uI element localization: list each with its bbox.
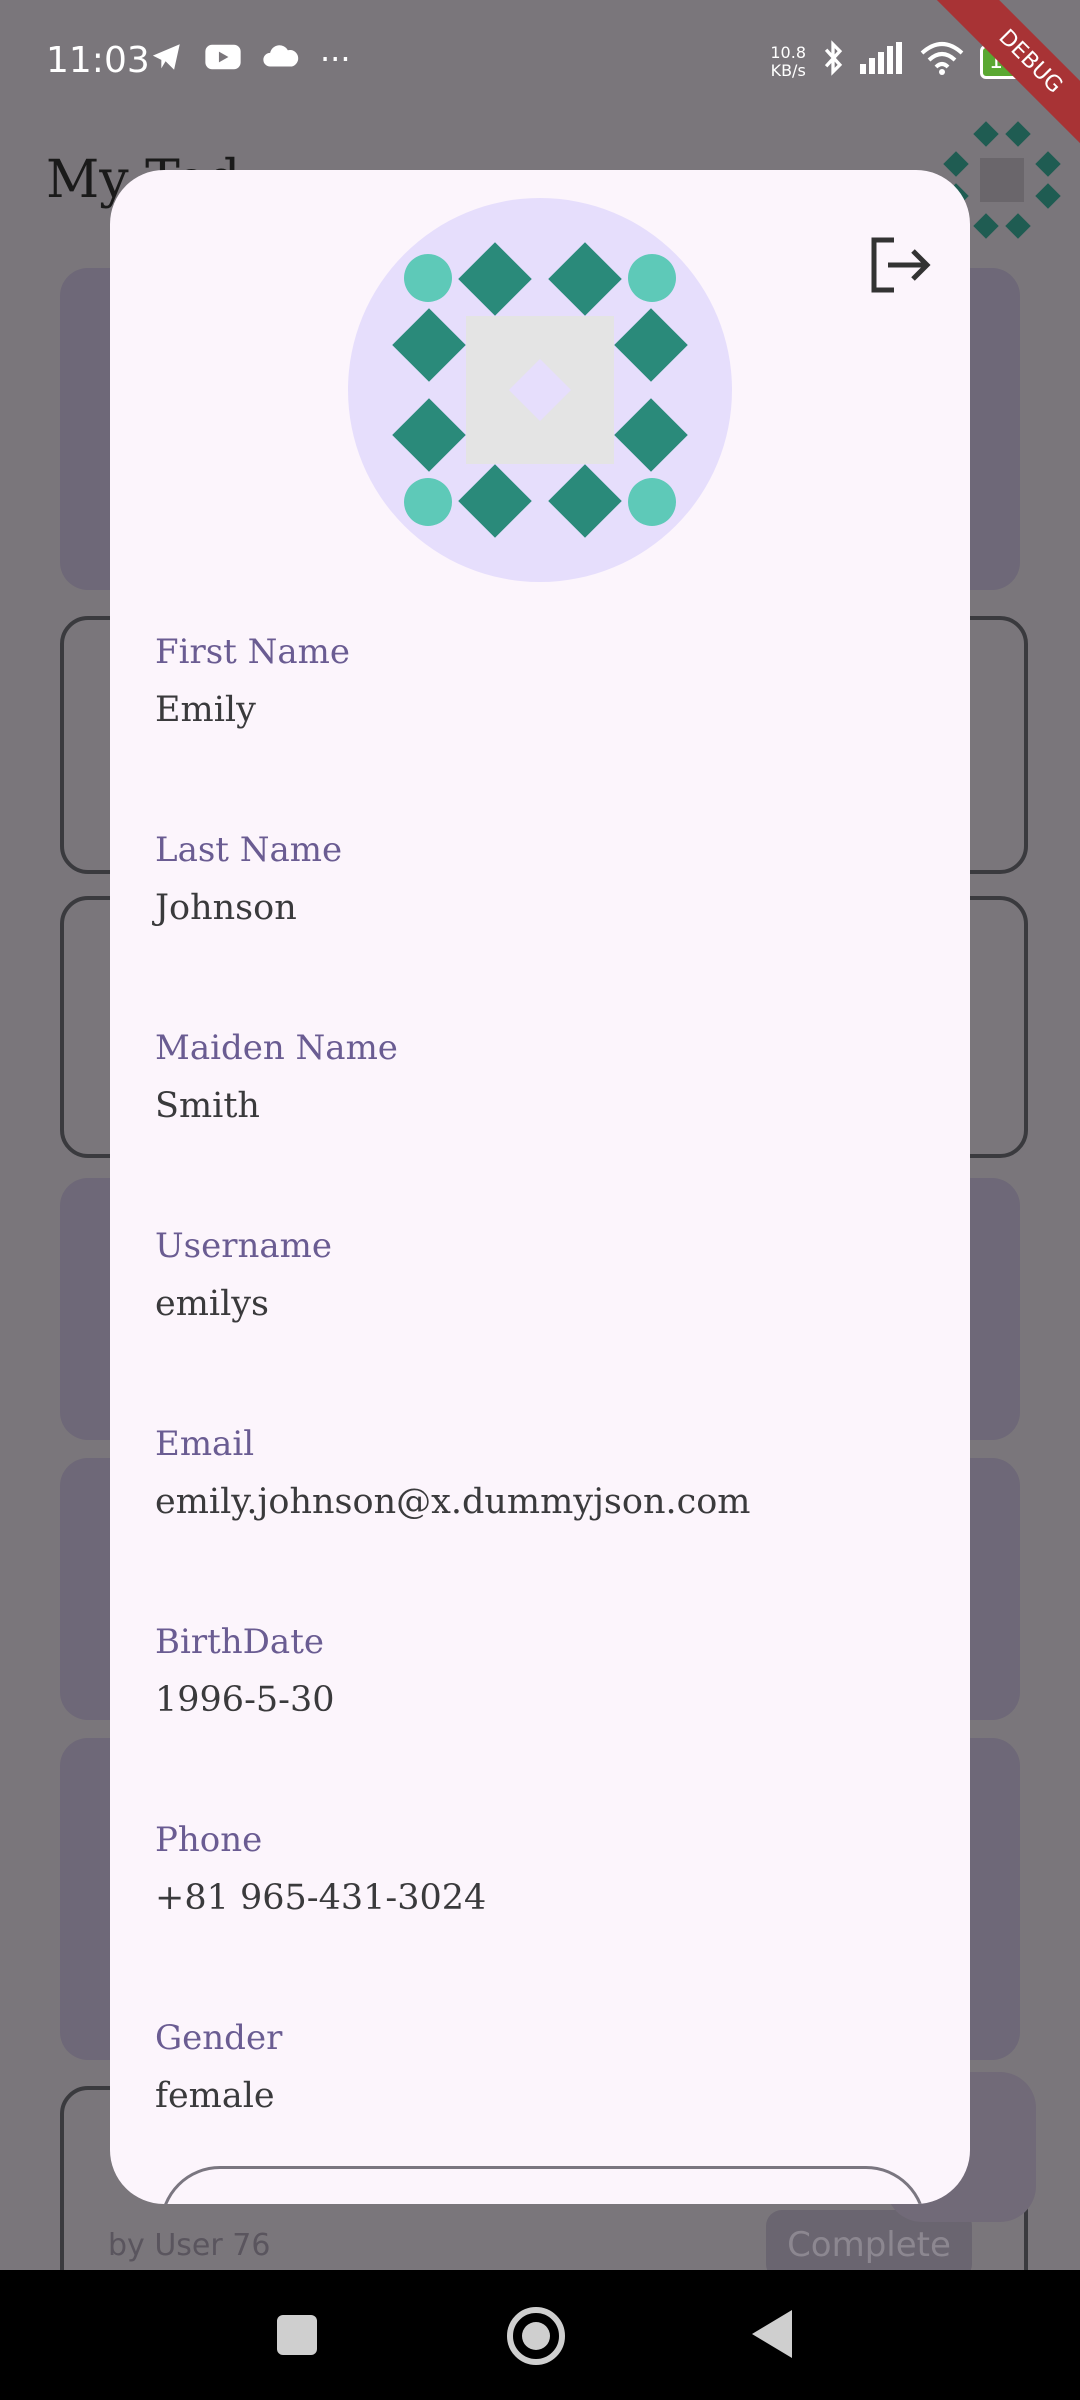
avatar [348,198,732,582]
email-field: Email emily.johnson@x.dummyjson.com [155,1424,751,1522]
field-label: Email [155,1424,255,1464]
home-button[interactable] [507,2307,565,2365]
navigation-bar [0,2270,1080,2400]
status-bar: 11:03 ··· 10.8 KB/s 100 DEBUG [0,0,1080,170]
dialog-action-button[interactable] [160,2166,926,2204]
field-label: Last Name [155,830,343,870]
field-label: Maiden Name [155,1028,398,1068]
recents-button[interactable] [277,2315,317,2355]
field-label: Phone [155,1820,263,1860]
field-value: Johnson [155,888,297,928]
field-value: +81 965-431-3024 [155,1878,487,1918]
todo-byline: by User 76 [108,2228,271,2263]
maiden-name-field: Maiden Name Smith [155,1028,398,1126]
back-button[interactable] [752,2310,792,2358]
bluetooth-icon [822,40,844,83]
birthdate-field: BirthDate 1996-5-30 [155,1622,335,1720]
field-value: Smith [155,1086,260,1126]
last-name-field: Last Name Johnson [155,830,342,928]
first-name-field: First Name Emily [155,632,350,730]
field-value: Emily [155,690,256,730]
profile-dialog: First Name Emily Last Name Johnson Maide… [110,170,970,2204]
field-label: First Name [155,632,351,672]
wifi-icon [920,41,964,82]
field-label: Username [155,1226,333,1266]
field-value: emily.johnson@x.dummyjson.com [155,1482,751,1522]
status-time: 11:03 [46,40,150,81]
telegram-icon [150,40,184,82]
field-value: 1996-5-30 [155,1680,335,1720]
field-label: BirthDate [155,1622,324,1662]
more-icon: ··· [320,40,351,78]
logout-icon[interactable] [868,234,932,298]
field-label: Gender [155,2018,283,2058]
gender-field: Gender female [155,2018,282,2116]
field-value: female [155,2076,275,2116]
network-speed: 10.8 KB/s [770,42,806,80]
signal-icon [860,42,904,81]
phone-field: Phone +81 965-431-3024 [155,1820,486,1918]
username-field: Username emilys [155,1226,332,1324]
cloud-icon [262,40,300,82]
youtube-icon [204,40,242,82]
field-value: emilys [155,1284,270,1324]
notification-icons: ··· [150,40,351,82]
